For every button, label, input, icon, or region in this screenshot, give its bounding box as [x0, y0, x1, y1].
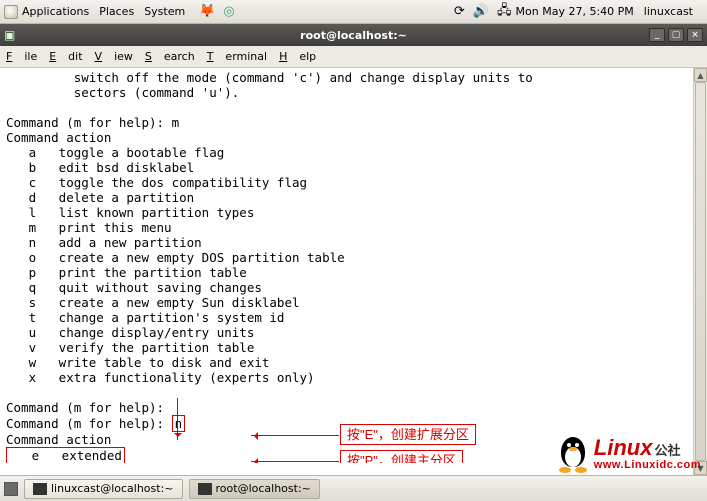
window-titlebar: ▣ root@localhost:~ _ ▢ ×: [0, 24, 707, 46]
terminal-icon: [198, 483, 212, 495]
show-desktop-icon[interactable]: [4, 482, 18, 496]
terminal-icon: ▣: [4, 28, 15, 42]
term-line: sectors (command 'u').: [6, 85, 239, 100]
gnome-top-panel: Applications Places System 🦊 ◎ ⟳ 🔊 🖧 Mon…: [0, 0, 707, 24]
term-line: a toggle a bootable flag: [6, 145, 224, 160]
term-line: t change a partition's system id: [6, 310, 284, 325]
term-line: s create a new empty Sun disklabel: [6, 295, 300, 310]
annotation-primary: 按"P"，创建主分区: [340, 450, 463, 463]
window-title: root@localhost:~: [300, 29, 407, 42]
terminal-icon: [33, 483, 47, 495]
arrow-to-extended: [251, 435, 339, 436]
term-line: u change display/entry units: [6, 325, 254, 340]
vertical-scrollbar[interactable]: ▲ ▼: [693, 68, 707, 475]
menu-places[interactable]: Places: [99, 5, 134, 18]
menu-view[interactable]: View: [95, 50, 133, 63]
menu-file[interactable]: File: [6, 50, 37, 63]
term-line: Command (m for help):: [6, 400, 164, 415]
menu-system[interactable]: System: [144, 5, 185, 18]
watermark: Linux公社 www.Linuxidc.com: [556, 433, 701, 473]
menu-terminal[interactable]: Terminal: [207, 50, 267, 63]
arrow-to-primary: [251, 461, 339, 462]
term-line: v verify the partition table: [6, 340, 254, 355]
minimize-button[interactable]: _: [649, 28, 665, 42]
firefox-icon[interactable]: 🦊: [199, 4, 215, 19]
update-icon[interactable]: ⟳: [454, 4, 465, 19]
term-line: Command (m for help): n: [6, 416, 185, 431]
app-launcher-icon[interactable]: ◎: [223, 4, 234, 19]
term-line-boxed: e extended: [6, 448, 125, 463]
watermark-note: 公社: [654, 443, 680, 458]
taskbar-entry-label: root@localhost:~: [216, 482, 311, 495]
taskbar-entry-2[interactable]: root@localhost:~: [189, 479, 320, 499]
term-line: switch off the mode (command 'c') and ch…: [6, 70, 533, 85]
term-line: o create a new empty DOS partition table: [6, 250, 345, 265]
scroll-up-button[interactable]: ▲: [694, 68, 707, 82]
term-line: b edit bsd disklabel: [6, 160, 194, 175]
watermark-linux: Linux: [594, 435, 653, 460]
term-line: Command action: [6, 130, 111, 145]
term-line: m print this menu: [6, 220, 172, 235]
gnome-bottom-panel: linuxcast@localhost:~ root@localhost:~: [0, 475, 707, 501]
terminal-menubar: File Edit View Search Terminal Help: [0, 46, 707, 68]
taskbar-entry-label: linuxcast@localhost:~: [51, 482, 174, 495]
network-icon[interactable]: 🖧: [497, 1, 512, 23]
highlight-row-extended: e extended: [6, 447, 125, 463]
term-line: Command action: [6, 432, 111, 447]
maximize-button[interactable]: ▢: [668, 28, 684, 42]
menu-edit[interactable]: Edit: [49, 50, 82, 63]
term-line: p print the partition table: [6, 265, 247, 280]
clock[interactable]: Mon May 27, 5:40 PM: [516, 5, 634, 18]
watermark-url: www.Linuxidc.com: [594, 459, 701, 471]
menu-help[interactable]: Help: [279, 50, 316, 63]
term-line: x extra functionality (experts only): [6, 370, 315, 385]
terminal-viewport[interactable]: switch off the mode (command 'c') and ch…: [0, 68, 707, 463]
term-line: Command (m for help): m: [6, 115, 179, 130]
term-line: w write table to disk and exit: [6, 355, 269, 370]
gnome-foot-icon: [4, 5, 18, 19]
scroll-thumb[interactable]: [695, 82, 706, 461]
highlight-input-n: n: [172, 415, 186, 432]
taskbar-entry-1[interactable]: linuxcast@localhost:~: [24, 479, 183, 499]
user-menu[interactable]: linuxcast: [644, 5, 693, 18]
term-line: q quit without saving changes: [6, 280, 262, 295]
term-line: n add a new partition: [6, 235, 202, 250]
annotation-extended: 按"E"，创建扩展分区: [340, 424, 476, 445]
volume-icon[interactable]: 🔊: [473, 4, 489, 19]
menu-applications[interactable]: Applications: [22, 5, 89, 18]
arrow-from-n: [177, 398, 178, 440]
close-button[interactable]: ×: [687, 28, 703, 42]
tux-icon: [556, 433, 590, 473]
term-line: c toggle the dos compatibility flag: [6, 175, 307, 190]
term-line: l list known partition types: [6, 205, 254, 220]
menu-search[interactable]: Search: [145, 50, 195, 63]
term-line: d delete a partition: [6, 190, 194, 205]
